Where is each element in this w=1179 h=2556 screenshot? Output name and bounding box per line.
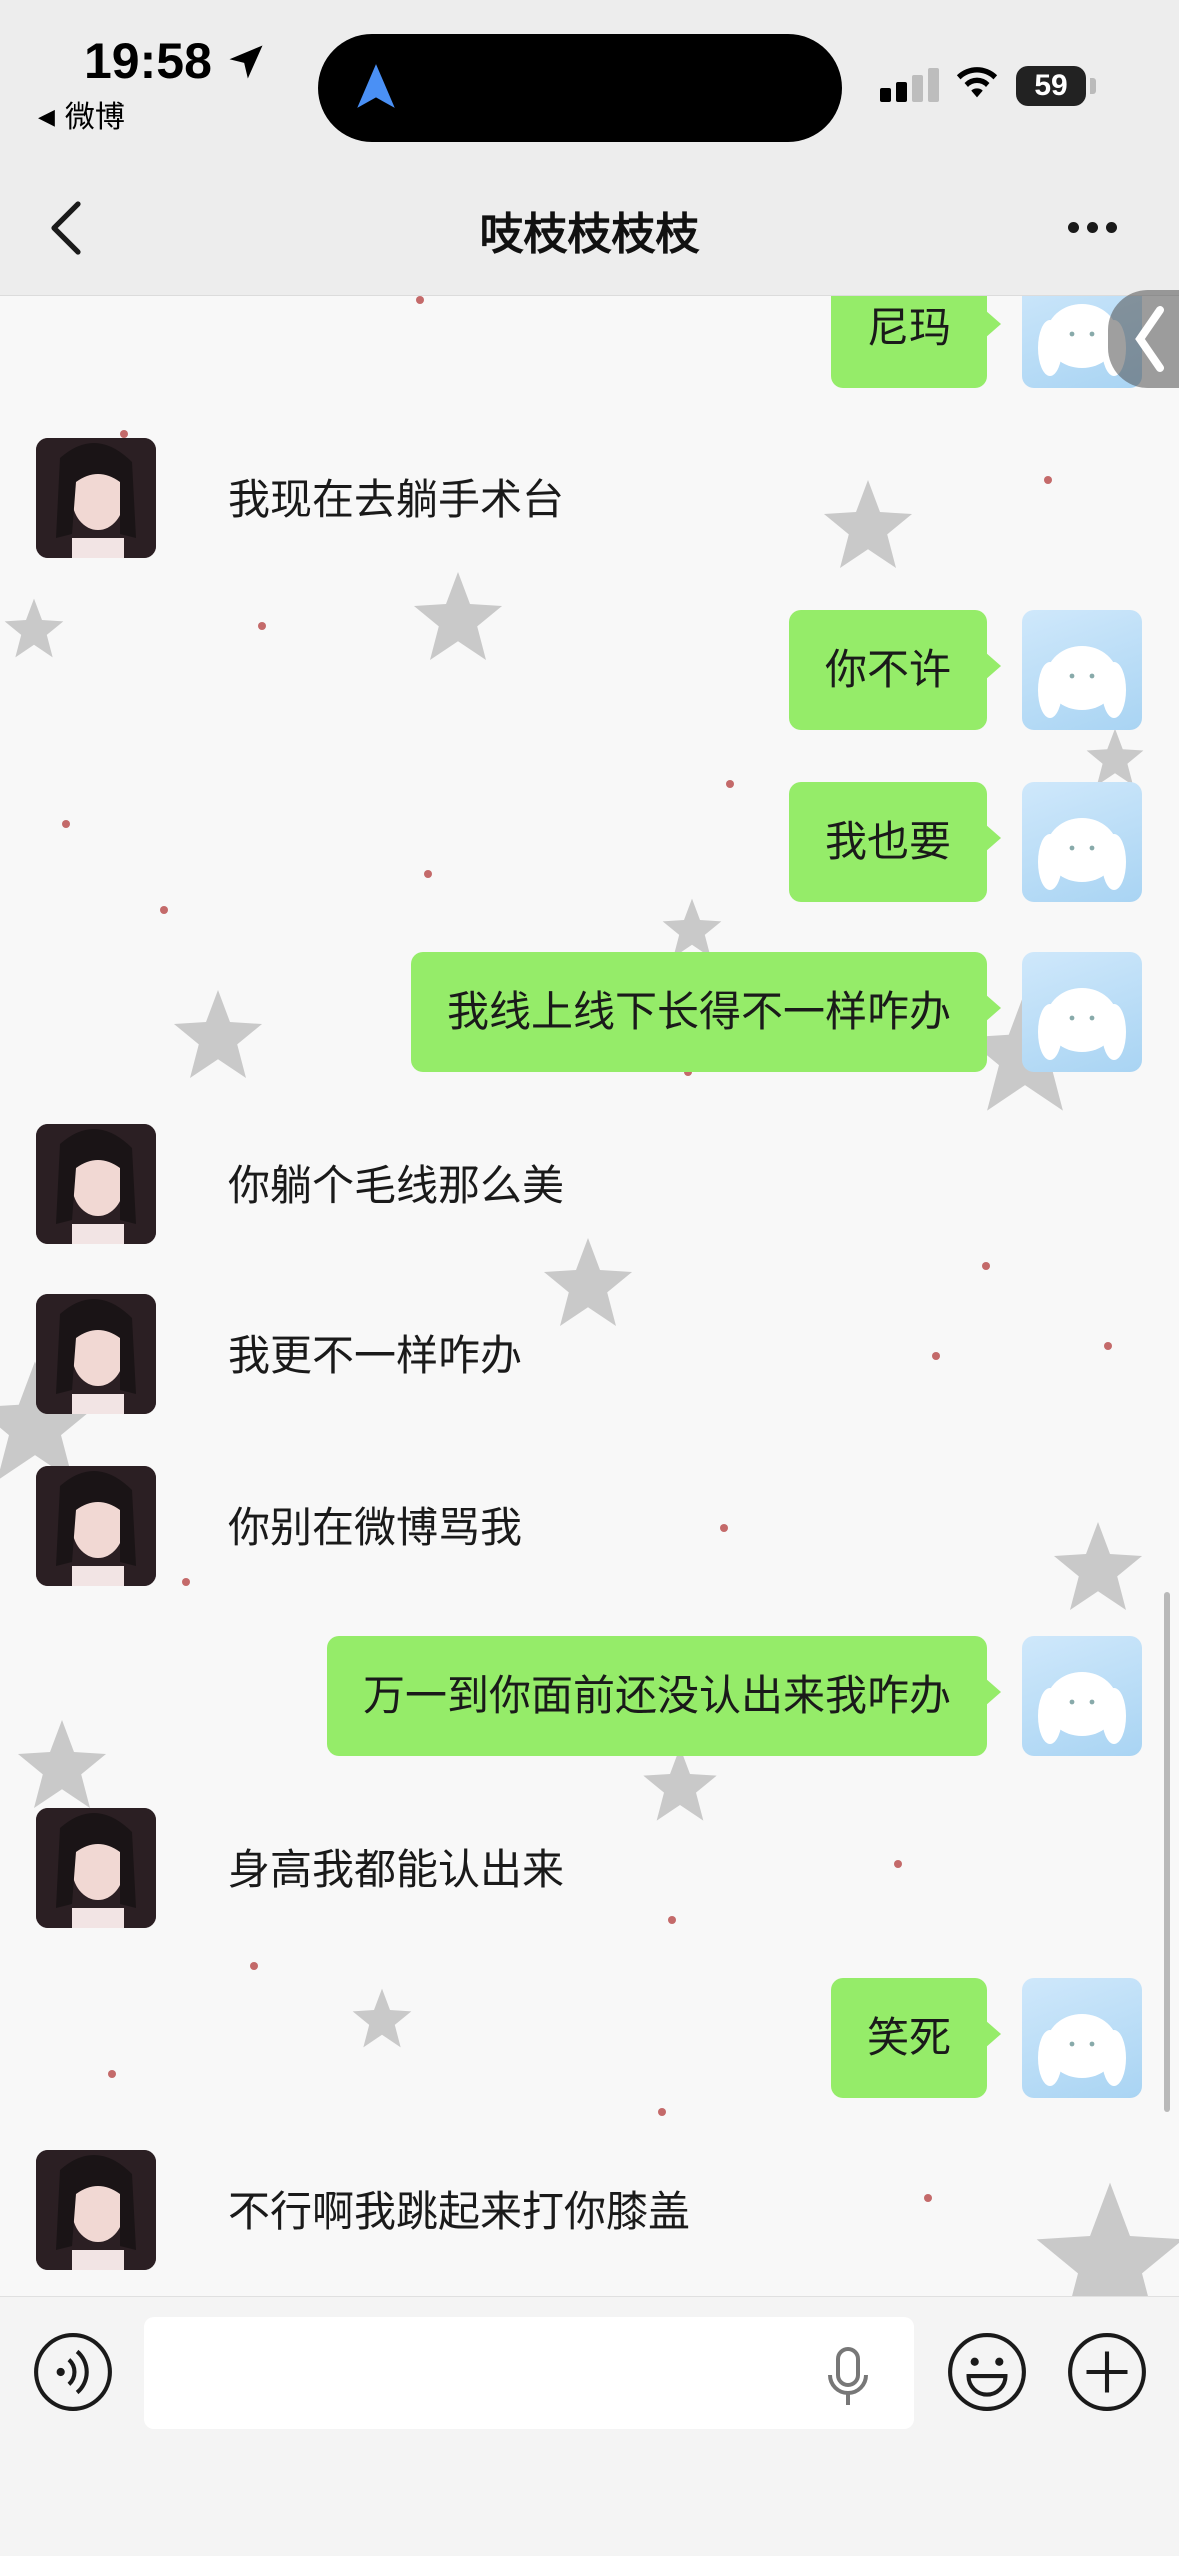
message-row-in: 我现在去躺手术台 [0, 438, 1179, 558]
floating-side-tab[interactable] [1108, 290, 1179, 388]
message-row-out: 笑死 [0, 1978, 1179, 2098]
avatar-contact[interactable] [36, 2150, 156, 2270]
background-dot [982, 1262, 990, 1270]
message-row-in: 身高我都能认出来 [0, 1808, 1179, 1928]
location-arrow-icon [229, 45, 263, 79]
message-row-in: 你别在微博骂我 [0, 1466, 1179, 1586]
avatar-me[interactable] [1022, 782, 1142, 902]
emoji-icon[interactable] [946, 2331, 1028, 2413]
message-row-out: 万一到你面前还没认出来我咋办 [0, 1636, 1179, 1756]
contact-photo-icon [36, 1808, 156, 1928]
more-icon[interactable] [1068, 218, 1125, 237]
message-row-out: 我也要 [0, 782, 1179, 902]
message-text-in[interactable]: 你躺个毛线那么美 [228, 1152, 564, 1213]
input-bar [0, 2296, 1179, 2556]
background-star-icon [662, 898, 722, 958]
avatar-contact[interactable] [36, 438, 156, 558]
message-text-in[interactable]: 你别在微博骂我 [228, 1494, 522, 1555]
message-text-in[interactable]: 不行啊我跳起来打你膝盖 [228, 2178, 690, 2239]
message-bubble-out[interactable]: 我也要 [788, 782, 1002, 902]
message-row-out: 你不许 [0, 610, 1179, 730]
message-bubble-out[interactable]: 尼玛 [830, 296, 1002, 388]
avatar-me[interactable] [1022, 610, 1142, 730]
bunny-avatar-icon [1038, 988, 1126, 1060]
bunny-avatar-icon [1038, 2014, 1126, 2086]
contact-photo-icon [36, 1124, 156, 1244]
contact-photo-icon [36, 2150, 156, 2270]
navigation-icon [357, 64, 395, 108]
message-row-in: 我更不一样咋办 [0, 1294, 1179, 1414]
back-triangle-icon: ◀ [38, 105, 55, 130]
background-dot [160, 906, 168, 914]
background-dot [658, 2108, 666, 2116]
message-row-out: 尼玛 [0, 296, 1179, 388]
message-bubble-out[interactable]: 笑死 [830, 1978, 1002, 2098]
bunny-avatar-icon [1038, 646, 1126, 718]
message-text-in[interactable]: 我更不一样咋办 [228, 1322, 522, 1383]
avatar-me[interactable] [1022, 1636, 1142, 1756]
message-bubble-out[interactable]: 我线上线下长得不一样咋办 [410, 952, 1002, 1072]
message-row-in: 你躺个毛线那么美 [0, 1124, 1179, 1244]
message-bubble-out[interactable]: 你不许 [788, 610, 1002, 730]
contact-photo-icon [36, 1294, 156, 1414]
status-time: 19:58 [84, 33, 212, 89]
plus-icon[interactable] [1066, 2331, 1148, 2413]
background-dot [250, 1962, 258, 1970]
message-text-in[interactable]: 身高我都能认出来 [228, 1836, 564, 1897]
background-star-icon [1086, 728, 1144, 786]
avatar-contact[interactable] [36, 1808, 156, 1928]
avatar-contact[interactable] [36, 1466, 156, 1586]
chat-title: 吱枝枝枝枝 [479, 209, 700, 260]
dynamic-island[interactable] [318, 34, 842, 142]
message-row-in: 不行啊我跳起来打你膝盖 [0, 2150, 1179, 2270]
contact-photo-icon [36, 1466, 156, 1586]
message-row-out: 我线上线下长得不一样咋办 [0, 952, 1179, 1072]
scrollbar[interactable] [1164, 1592, 1170, 2112]
status-bar: 19:58 ◀ 微博 59 [0, 0, 1179, 160]
signal-icon [880, 68, 944, 102]
battery-tip [1090, 78, 1096, 94]
avatar-me[interactable] [1022, 1978, 1142, 2098]
back-app-label: 微博 [64, 100, 125, 135]
avatar-contact[interactable] [36, 1294, 156, 1414]
bunny-avatar-icon [1038, 1672, 1126, 1744]
chat-area[interactable]: 尼玛 我现在去躺手术台 你不许 我也要 我线上线下长得不一样咋办 你躺个毛线那么… [0, 296, 1179, 2296]
message-input[interactable] [144, 2317, 914, 2429]
back-to-app-link[interactable]: ◀ 微博 [38, 92, 125, 136]
wifi-icon [956, 67, 998, 98]
message-bubble-out[interactable]: 万一到你面前还没认出来我咋办 [326, 1636, 1002, 1756]
bunny-avatar-icon [1038, 818, 1126, 890]
voice-icon[interactable] [32, 2331, 114, 2413]
side-tab-chevron-icon [1135, 306, 1164, 372]
message-text-in[interactable]: 我现在去躺手术台 [228, 466, 564, 527]
avatar-contact[interactable] [36, 1124, 156, 1244]
battery-indicator: 59 [1016, 66, 1086, 106]
microphone-icon[interactable] [826, 2345, 870, 2409]
chat-header: 吱枝枝枝枝 [0, 160, 1179, 296]
background-dot [120, 430, 128, 438]
avatar-me[interactable] [1022, 952, 1142, 1072]
contact-photo-icon [36, 438, 156, 558]
